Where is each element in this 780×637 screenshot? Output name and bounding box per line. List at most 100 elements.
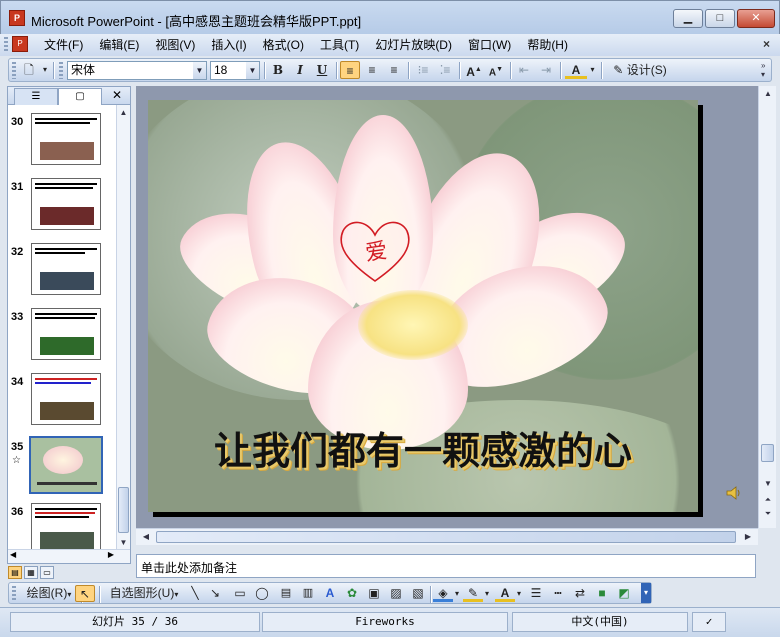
align-right-icon[interactable]: ≡ — [384, 61, 404, 79]
design-template-name[interactable]: Fireworks — [262, 612, 508, 632]
animation-star-icon[interactable]: ☆ — [12, 455, 21, 466]
previous-slide-icon[interactable]: ⏶ — [761, 494, 775, 506]
slides-pane-hscroll[interactable]: ◀ ▶ — [8, 549, 130, 563]
scroll-left-icon[interactable]: ◀ — [10, 550, 16, 559]
language-indicator[interactable]: 中文(中国) — [512, 612, 688, 632]
slide-preview-selected[interactable] — [29, 436, 103, 494]
spelling-check-icon[interactable]: ✓ — [692, 612, 726, 632]
rectangle-icon[interactable]: ▭ — [231, 585, 249, 602]
slide-preview[interactable] — [31, 308, 101, 360]
picture-icon[interactable]: ▨ — [387, 585, 405, 602]
menu-view[interactable]: 视图(V) — [147, 37, 203, 53]
align-left-icon[interactable]: ≡ — [340, 61, 360, 79]
document-icon[interactable]: P — [12, 36, 28, 52]
3d-style-icon[interactable]: ◩ — [615, 585, 633, 602]
scroll-thumb[interactable] — [118, 487, 129, 533]
slide-title[interactable]: 让我们都有一颗感激的心 — [148, 420, 698, 475]
slide-preview[interactable] — [31, 503, 101, 551]
toolbar-grip[interactable] — [12, 586, 16, 602]
font-name-combo[interactable]: 宋体 ▼ — [67, 61, 207, 80]
bullets-icon[interactable]: ⁚≡ — [435, 61, 455, 79]
bold-button[interactable]: B — [268, 61, 288, 79]
numbering-icon[interactable]: ⁝≡ — [413, 61, 433, 79]
slide-preview[interactable] — [31, 178, 101, 230]
toolbar-grip[interactable] — [59, 62, 63, 79]
chevron-down-icon[interactable]: ▾ — [483, 585, 491, 602]
underline-button[interactable]: U — [312, 61, 332, 79]
toolbar-overflow-icon[interactable]: » ▾ — [761, 61, 769, 79]
toolbar-options-icon[interactable]: ▾ — [40, 61, 50, 79]
scroll-up-icon[interactable]: ▲ — [117, 107, 130, 119]
design-button[interactable]: ✎ 设计(S) — [607, 61, 673, 79]
document-close-icon[interactable]: × — [763, 37, 770, 51]
font-color-icon[interactable]: A — [565, 61, 587, 79]
slideshow-view-icon[interactable]: ▭ — [40, 566, 54, 579]
clipart-icon[interactable]: ▣ — [365, 585, 383, 602]
menu-help[interactable]: 帮助(H) — [519, 37, 576, 53]
slide-thumbnail-33[interactable]: 33 — [8, 302, 116, 360]
slide-thumbnail-34[interactable]: 34 — [8, 367, 116, 425]
diagram-icon[interactable]: ✿ — [343, 585, 361, 602]
font-color-icon[interactable]: A — [495, 585, 515, 602]
draw-menu-button[interactable]: 绘图(R)▾ — [19, 585, 79, 602]
menu-slideshow[interactable]: 幻灯片放映(D) — [367, 37, 460, 53]
powerpoint-icon[interactable]: P — [9, 10, 25, 26]
next-slide-icon[interactable]: ⏷ — [761, 508, 775, 520]
oval-icon[interactable]: ◯ — [253, 585, 271, 602]
tab-slides[interactable]: ▢ — [58, 88, 102, 105]
font-size-combo[interactable]: 18 ▼ — [210, 61, 260, 80]
toolbar-grip[interactable] — [12, 62, 16, 79]
slide-thumbnail-32[interactable]: 32 — [8, 237, 116, 295]
scroll-right-icon[interactable]: ▶ — [108, 550, 114, 559]
scroll-thumb[interactable] — [761, 444, 774, 462]
chevron-down-icon[interactable]: ▼ — [193, 62, 206, 79]
minimize-button[interactable]: ▁ — [673, 9, 703, 28]
normal-view-icon[interactable]: ▤ — [8, 566, 22, 579]
slide-thumbnail-35[interactable]: 35 ☆ — [8, 432, 116, 494]
scroll-down-icon[interactable]: ▼ — [117, 537, 130, 549]
menu-insert[interactable]: 插入(I) — [203, 37, 254, 53]
toolbar-overflow-icon[interactable]: ▾ — [641, 583, 651, 603]
chevron-down-icon[interactable]: ▼ — [246, 62, 259, 79]
decrease-font-size-icon[interactable]: A▼ — [486, 61, 506, 79]
slide-thumbnail-31[interactable]: 31 — [8, 172, 116, 230]
align-center-icon[interactable]: ≡ — [362, 61, 382, 79]
chevron-down-icon[interactable]: ▾ — [588, 61, 597, 79]
scroll-down-icon[interactable]: ▼ — [761, 478, 775, 490]
slide-preview[interactable] — [31, 113, 101, 165]
slide-thumbnail-36[interactable]: 36 — [8, 497, 116, 551]
menu-format[interactable]: 格式(O) — [255, 37, 312, 53]
notes-field[interactable]: 单击此处添加备注 — [136, 554, 756, 578]
line-icon[interactable]: ╲ — [187, 585, 203, 602]
slide-thumbnail-30[interactable]: 30 — [8, 107, 116, 165]
italic-button[interactable]: I — [290, 61, 310, 79]
menu-window[interactable]: 窗口(W) — [460, 37, 519, 53]
slide-sorter-view-icon[interactable]: ▦ — [24, 566, 38, 579]
slide-area-vscrollbar[interactable]: ▲ ▼ ⏶ ⏷ — [758, 86, 776, 528]
menu-file[interactable]: 文件(F) — [36, 37, 91, 53]
slide-preview[interactable] — [31, 373, 101, 425]
wordart-icon[interactable]: A — [321, 585, 339, 602]
dash-style-icon[interactable]: ┅ — [549, 585, 567, 602]
increase-indent-icon[interactable]: ⇥ — [536, 61, 556, 79]
new-document-icon[interactable]: 🗋 — [20, 61, 38, 79]
vertical-textbox-icon[interactable]: ▥ — [299, 585, 317, 602]
textbox-icon[interactable]: ▤ — [277, 585, 295, 602]
heart-text[interactable]: 爱 — [363, 233, 389, 268]
current-slide[interactable]: 爱 让我们都有一颗感激的心 — [148, 100, 698, 512]
fill-color-icon[interactable]: ◈ — [433, 585, 453, 602]
pane-close-icon[interactable]: ✕ — [112, 88, 122, 102]
menu-tools[interactable]: 工具(T) — [312, 37, 367, 53]
sound-icon[interactable] — [726, 486, 742, 500]
slide-preview[interactable] — [31, 243, 101, 295]
tab-outline[interactable]: ☰ — [14, 88, 58, 105]
decrease-indent-icon[interactable]: ⇤ — [514, 61, 534, 79]
slides-pane-scrollbar[interactable]: ▲ ▼ — [116, 105, 130, 551]
chevron-down-icon[interactable]: ▾ — [515, 585, 523, 602]
slide-area-hscrollbar[interactable]: ◀ ▶ — [136, 528, 758, 545]
scroll-right-icon[interactable]: ▶ — [742, 531, 754, 543]
shadow-style-icon[interactable]: ■ — [593, 585, 611, 602]
scroll-up-icon[interactable]: ▲ — [761, 88, 775, 100]
menu-edit[interactable]: 编辑(E) — [91, 37, 147, 53]
scroll-left-icon[interactable]: ◀ — [140, 531, 152, 543]
